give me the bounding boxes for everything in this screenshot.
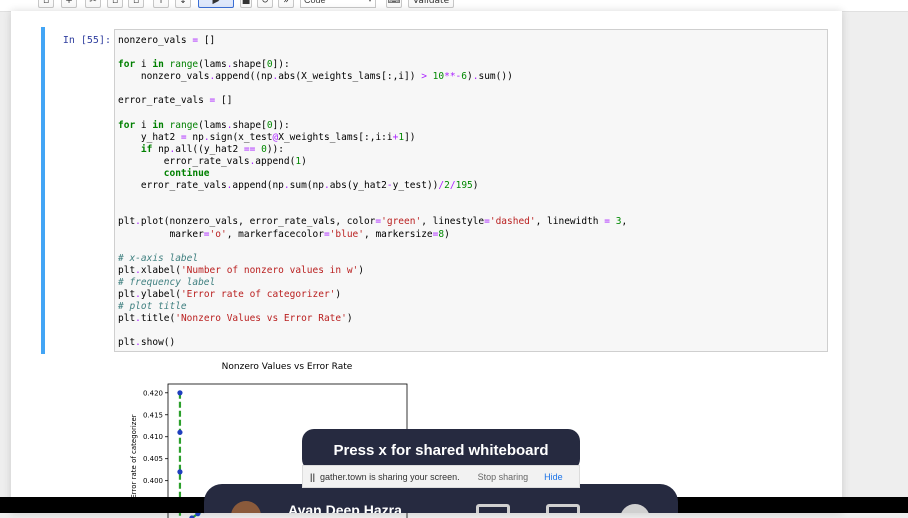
y-tick-label: 0.405 <box>143 455 163 463</box>
validate-button[interactable]: Validate <box>408 0 454 8</box>
cell-type-value: Code <box>304 0 326 5</box>
y-tick-label: 0.400 <box>143 477 163 485</box>
y-tick-label: 0.420 <box>143 389 163 397</box>
code-cell[interactable]: In [55]: nonzero_vals = [] for i in rang… <box>41 27 828 354</box>
move-down-button[interactable]: ↓ <box>175 0 191 8</box>
pause-icon: || <box>310 471 316 482</box>
chart-ylabel: Error rate of categorizer <box>130 414 138 498</box>
copy-button[interactable]: ▫ <box>107 0 123 8</box>
cut-button[interactable]: ✂ <box>85 0 101 8</box>
keyboard-icon[interactable]: ⌨ <box>386 0 402 8</box>
interrupt-button[interactable]: ■ <box>240 0 252 8</box>
chevron-down-icon: ▾ <box>368 0 372 4</box>
cell-type-select[interactable]: Code ▾ <box>300 0 376 8</box>
screen-share-icon[interactable] <box>546 504 580 513</box>
screen-share-banner: || gather.town is sharing your screen. S… <box>302 465 580 488</box>
gather-bar: Ayan Deep Hazra <box>204 484 678 513</box>
run-button[interactable]: ▶ <box>198 0 234 8</box>
save-button[interactable]: ▫ <box>38 0 54 8</box>
restart-run-button[interactable]: » <box>278 0 294 8</box>
y-tick-label: 0.415 <box>143 411 163 419</box>
add-cell-button[interactable]: + <box>61 0 77 8</box>
avatar[interactable] <box>231 501 261 513</box>
stop-sharing-button[interactable]: Stop sharing <box>478 472 529 482</box>
data-point <box>177 469 183 475</box>
user-name: Ayan Deep Hazra <box>288 502 402 513</box>
move-up-button[interactable]: ↑ <box>153 0 169 8</box>
code-editor[interactable]: nonzero_vals = [] for i in range(lams.sh… <box>114 29 828 352</box>
share-message: gather.town is sharing your screen. <box>320 471 460 482</box>
chart-title: Nonzero Values vs Error Rate <box>222 362 353 372</box>
hide-button[interactable]: Hide <box>544 472 563 482</box>
profile-circle-icon[interactable] <box>620 504 650 513</box>
y-tick-label: 0.410 <box>143 433 163 441</box>
data-point <box>177 390 183 396</box>
data-point <box>177 429 183 435</box>
cell-prompt: In [55]: <box>62 35 111 46</box>
map-icon[interactable] <box>476 504 510 513</box>
cell-selection-bar <box>41 27 45 354</box>
paste-button[interactable]: ▫ <box>128 0 144 8</box>
code-text: nonzero_vals = [] for i in range(lams.sh… <box>118 35 628 349</box>
restart-button[interactable]: ↻ <box>257 0 273 8</box>
